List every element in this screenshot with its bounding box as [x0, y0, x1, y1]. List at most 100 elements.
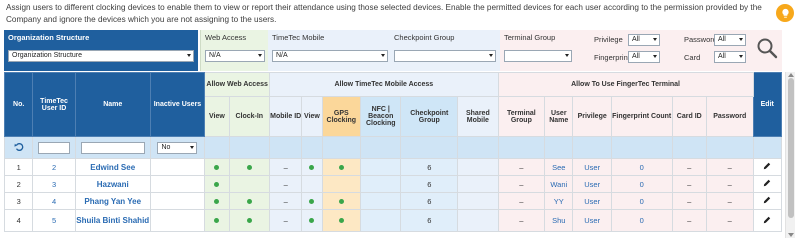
web-view-status-icon	[214, 181, 220, 187]
checkpoint-select[interactable]	[394, 50, 496, 62]
header-mobile-id: Mobile ID	[268, 96, 303, 137]
table-row[interactable]: 2 3 Hazwani – 6 – Wani User 0 – –	[3, 175, 783, 193]
mobile-view-status-icon	[309, 164, 315, 170]
inactive-filter-select[interactable]: No	[157, 141, 198, 154]
row-privilege: User	[572, 209, 612, 232]
web-select-value: N/A	[209, 52, 221, 59]
clock-in-status-icon	[246, 198, 252, 204]
row-privilege: User	[572, 175, 612, 193]
mobile-view-status-icon	[309, 198, 315, 204]
checkpoint-label: Checkpoint Group	[394, 33, 455, 42]
inactive-filter-value: No	[161, 143, 171, 151]
fingerprint-select[interactable]: All	[628, 51, 660, 63]
fingerprint-select-value: All	[632, 53, 640, 60]
row-terminal: –	[497, 209, 546, 232]
reset-icon[interactable]	[3, 136, 34, 159]
name-filter-input[interactable]	[80, 141, 145, 154]
mobile-filter-box: TimeTec Mobile Checkpoint Group N/A	[268, 30, 500, 71]
row-no: 3	[3, 192, 34, 210]
row-name[interactable]: Edwind See	[74, 158, 151, 176]
terminal-filter-box: Terminal Group Privilege All Fingerprint…	[500, 30, 782, 71]
web-select[interactable]: N/A	[205, 50, 265, 62]
row-card-id: –	[671, 158, 707, 176]
password-select-value: All	[718, 36, 726, 43]
mobile-select[interactable]: N/A	[272, 50, 388, 62]
gps-status-icon	[338, 198, 344, 204]
web-view-status-icon	[214, 218, 220, 223]
scroll-up-icon[interactable]	[788, 73, 794, 77]
password-select[interactable]: All	[714, 34, 746, 46]
row-privilege: User	[572, 158, 612, 176]
header-edit: Edit	[752, 72, 783, 137]
clock-in-status-icon	[246, 218, 252, 223]
chevron-down-icon	[565, 54, 569, 57]
row-checkpoint: 6	[400, 209, 459, 232]
mobile-view-status-icon	[309, 218, 315, 223]
scrollbar-thumb[interactable]	[788, 78, 794, 218]
row-user-id[interactable]: 3	[32, 175, 76, 193]
user-device-table: No. TimeTec User ID Name Inactive Users …	[3, 72, 783, 232]
mobile-select-value: N/A	[276, 52, 288, 59]
row-user-id[interactable]: 2	[32, 158, 76, 176]
chevron-down-icon	[739, 38, 743, 41]
chevron-down-icon	[653, 38, 657, 41]
privilege-select[interactable]: All	[628, 34, 660, 46]
scroll-down-icon[interactable]	[788, 233, 794, 237]
table-row[interactable]: 3 4 Phang Yan Yee – 6 – YY User 0 – –	[3, 192, 783, 210]
user-id-filter-input[interactable]	[38, 141, 71, 154]
header-mobile-view: View	[301, 96, 323, 137]
header-password: Password	[705, 96, 754, 137]
org-label: Organization Structure	[8, 33, 90, 42]
org-select-value: Organization Structure	[12, 52, 83, 59]
row-fp-count: 0	[610, 158, 673, 176]
chevron-down-icon	[258, 54, 262, 57]
edit-pencil-icon[interactable]	[752, 209, 783, 232]
chevron-down-icon	[190, 145, 195, 149]
header-nfc: NFC | Beacon Clocking	[360, 96, 402, 137]
row-privilege: User	[572, 192, 612, 210]
row-terminal: –	[497, 158, 546, 176]
row-name[interactable]: Shuila Binti Shahid	[74, 209, 151, 232]
row-password: –	[705, 158, 754, 176]
table-row[interactable]: 4 5 Shuila Binti Shahid – 6 – Shu User 0…	[3, 209, 783, 232]
terminal-select[interactable]	[504, 50, 572, 62]
row-user-name: Shu	[544, 209, 574, 232]
org-filter-box: Organization Structure Organization Stru…	[4, 30, 198, 71]
lightbulb-icon[interactable]	[776, 4, 794, 22]
edit-pencil-icon[interactable]	[752, 158, 783, 176]
row-mobile-id: –	[268, 158, 303, 176]
search-icon[interactable]	[756, 37, 778, 59]
row-name[interactable]: Phang Yan Yee	[74, 192, 151, 210]
org-select[interactable]: Organization Structure	[8, 50, 194, 62]
chevron-down-icon	[653, 55, 657, 58]
row-user-id[interactable]: 5	[32, 209, 76, 232]
fingerprint-label: Fingerprint	[594, 53, 630, 62]
row-no: 1	[3, 158, 34, 176]
row-password: –	[705, 209, 754, 232]
row-name[interactable]: Hazwani	[74, 175, 151, 193]
filter-row: No	[3, 136, 783, 159]
card-select[interactable]: All	[714, 51, 746, 63]
privilege-label: Privilege	[594, 35, 623, 44]
edit-pencil-icon[interactable]	[752, 192, 783, 210]
edit-pencil-icon[interactable]	[752, 175, 783, 193]
row-no: 4	[3, 209, 34, 232]
card-label: Card	[684, 53, 701, 62]
privilege-select-value: All	[632, 36, 640, 43]
group-web-access: Allow Web Access	[204, 72, 270, 97]
header-user-name: User Name	[544, 96, 574, 137]
vertical-scrollbar[interactable]	[785, 72, 795, 238]
header-clock-in: Clock-In	[228, 96, 271, 137]
table-row[interactable]: 1 2 Edwind See – 6 – See User 0 – –	[3, 158, 783, 176]
header-fp-count: Fingerprint Count	[610, 96, 673, 137]
clock-in-status-icon	[246, 164, 252, 170]
group-mobile-access: Allow TimeTec Mobile Access	[269, 72, 499, 97]
group-fingertec: Allow To Use FingerTec Terminal	[497, 72, 754, 97]
header-terminal: Terminal Group	[497, 96, 546, 137]
row-fp-count: 0	[610, 209, 673, 232]
row-checkpoint: 6	[400, 175, 459, 193]
row-card-id: –	[671, 192, 707, 210]
chevron-down-icon	[187, 54, 191, 57]
row-user-id[interactable]: 4	[32, 192, 76, 210]
row-password: –	[705, 192, 754, 210]
